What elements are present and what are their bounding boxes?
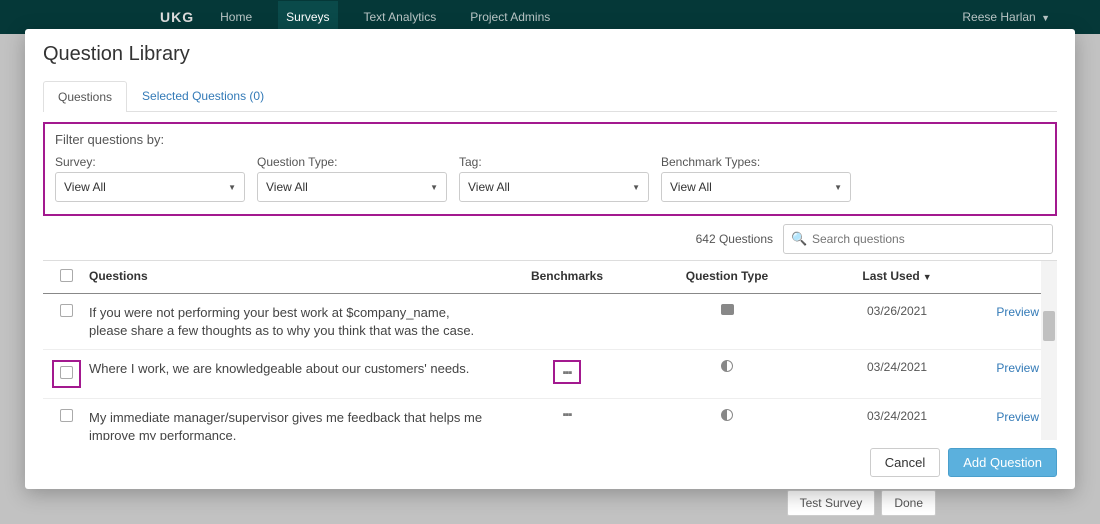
filter-label: Filter questions by: [55, 132, 1045, 147]
last-used-date: 03/24/2021 [817, 409, 977, 423]
table-row: If you were not performing your best wor… [43, 294, 1057, 350]
chevron-down-icon: ▼ [228, 183, 236, 192]
preview-link[interactable]: Preview [996, 410, 1039, 424]
user-menu[interactable]: Reese Harlan ▼ [962, 10, 1050, 24]
add-question-button[interactable]: Add Question [948, 448, 1057, 477]
row-checkbox[interactable] [60, 409, 73, 422]
benchmark-chart-icon: ▪▪▪ [563, 409, 572, 421]
filter-dropdown-3[interactable]: View All▼ [661, 172, 851, 202]
scrollbar[interactable] [1041, 294, 1057, 440]
sort-desc-icon: ▼ [923, 272, 932, 282]
benchmark-chart-icon: ▪▪▪ [563, 367, 572, 379]
tab-selected-questions[interactable]: Selected Questions (0) [127, 80, 279, 111]
filter-dropdown-1[interactable]: View All▼ [257, 172, 447, 202]
table-row: Where I work, we are knowledgeable about… [43, 350, 1057, 399]
filter-dropdown-0[interactable]: View All▼ [55, 172, 245, 202]
chevron-down-icon: ▼ [1041, 13, 1050, 23]
question-library-modal: Question Library Questions Selected Ques… [25, 29, 1075, 489]
filter-label-3: Benchmark Types: [661, 155, 851, 169]
preview-link[interactable]: Preview [996, 361, 1039, 375]
select-all-checkbox[interactable] [60, 269, 73, 282]
cancel-button[interactable]: Cancel [870, 448, 940, 477]
table-row: My immediate manager/supervisor gives me… [43, 399, 1057, 440]
modal-footer: Cancel Add Question [43, 440, 1057, 477]
half-circle-icon [721, 360, 733, 372]
filter-label-1: Question Type: [257, 155, 447, 169]
col-questions[interactable]: Questions [89, 269, 497, 285]
search-icon: 🔍 [791, 231, 807, 247]
search-box: 🔍 [783, 224, 1053, 254]
background-buttons: Test Survey Done [787, 490, 936, 516]
tab-questions[interactable]: Questions [43, 81, 127, 112]
filter-label-2: Tag: [459, 155, 649, 169]
chevron-down-icon: ▼ [834, 183, 842, 192]
filter-label-0: Survey: [55, 155, 245, 169]
modal-title: Question Library [43, 43, 1057, 66]
question-table: Questions Benchmarks Question Type Last … [43, 260, 1057, 440]
col-question-type[interactable]: Question Type [637, 269, 817, 285]
scrollbar-thumb[interactable] [1043, 311, 1055, 341]
filter-box: Filter questions by: Survey: View All▼ Que… [43, 122, 1057, 216]
question-text: Where I work, we are knowledgeable about… [89, 360, 497, 378]
last-used-date: 03/24/2021 [817, 360, 977, 374]
row-checkbox[interactable] [60, 366, 73, 379]
logo: UKG [160, 9, 194, 25]
row-checkbox[interactable] [60, 304, 73, 317]
col-benchmarks[interactable]: Benchmarks [497, 269, 637, 285]
comment-icon [721, 304, 734, 315]
last-used-date: 03/26/2021 [817, 304, 977, 318]
done-button[interactable]: Done [881, 490, 936, 516]
preview-link[interactable]: Preview [996, 305, 1039, 319]
search-row: 642 Questions 🔍 [43, 224, 1057, 254]
chevron-down-icon: ▼ [430, 183, 438, 192]
modal-tabs: Questions Selected Questions (0) [43, 80, 1057, 112]
question-text: If you were not performing your best wor… [89, 304, 497, 339]
question-count: 642 Questions [696, 232, 773, 246]
search-input[interactable] [783, 224, 1053, 254]
col-last-used[interactable]: Last Used▼ [817, 269, 977, 285]
half-circle-icon [721, 409, 733, 421]
filter-dropdown-2[interactable]: View All▼ [459, 172, 649, 202]
test-survey-button[interactable]: Test Survey [787, 490, 876, 516]
table-header: Questions Benchmarks Question Type Last … [43, 261, 1057, 294]
chevron-down-icon: ▼ [632, 183, 640, 192]
question-text: My immediate manager/supervisor gives me… [89, 409, 497, 440]
